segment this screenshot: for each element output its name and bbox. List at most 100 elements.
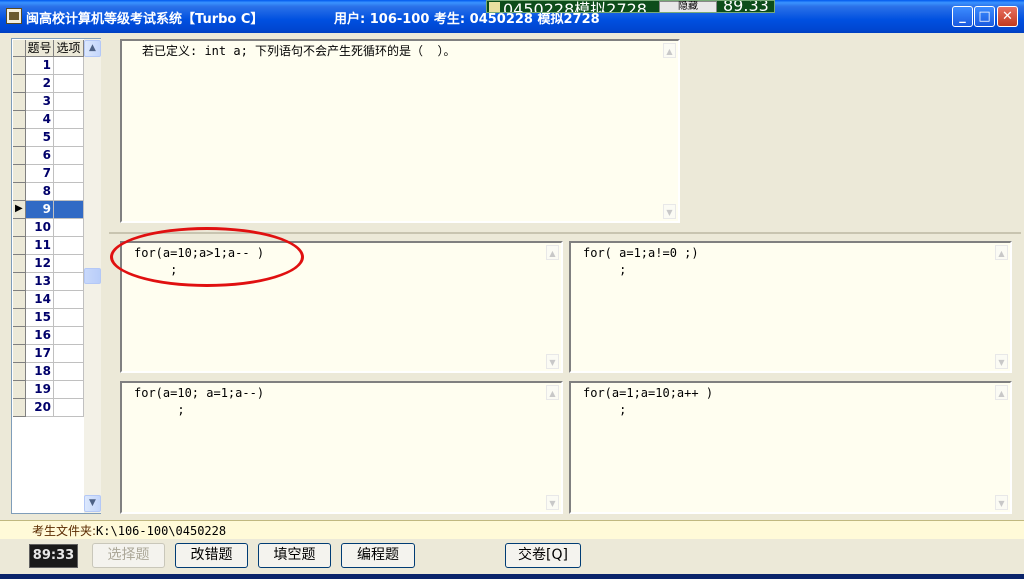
question-answer-cell[interactable] xyxy=(54,183,84,201)
row-selector[interactable] xyxy=(13,327,26,345)
row-selector[interactable] xyxy=(13,111,26,129)
question-number[interactable]: 14 xyxy=(26,291,54,309)
row-selector[interactable] xyxy=(13,147,26,165)
row-selector[interactable] xyxy=(13,75,26,93)
row-selector[interactable] xyxy=(13,165,26,183)
question-number[interactable]: 12 xyxy=(26,255,54,273)
choice-button[interactable]: 选择题 xyxy=(92,543,165,568)
question-answer-cell[interactable] xyxy=(54,201,84,219)
student-folder-label: 考生文件夹: xyxy=(32,524,97,538)
row-selector[interactable] xyxy=(13,381,26,399)
row-selector[interactable] xyxy=(13,129,26,147)
question-answer-cell[interactable] xyxy=(54,381,84,399)
scroll-up-icon[interactable]: ▲ xyxy=(546,385,559,400)
column-header-number: 题号 xyxy=(26,40,54,57)
row-selector[interactable]: ▶ xyxy=(13,201,26,219)
question-number[interactable]: 9 xyxy=(26,201,54,219)
student-folder-path: K:\106-100\0450228 xyxy=(96,524,227,538)
option-c-panel[interactable]: for(a=10; a=1;a--) ; ▲ ▼ xyxy=(120,381,563,514)
question-answer-cell[interactable] xyxy=(54,237,84,255)
row-selector[interactable] xyxy=(13,219,26,237)
scroll-down-icon[interactable]: ▼ xyxy=(546,495,559,510)
scroll-down-icon[interactable]: ▼ xyxy=(663,204,676,219)
scroll-up-icon[interactable]: ▲ xyxy=(995,245,1008,260)
question-number[interactable]: 8 xyxy=(26,183,54,201)
scroll-down-icon[interactable]: ▼ xyxy=(995,354,1008,369)
submit-button[interactable]: 交卷[Q] xyxy=(505,543,581,568)
question-number[interactable]: 15 xyxy=(26,309,54,327)
question-number[interactable]: 2 xyxy=(26,75,54,93)
question-number[interactable]: 1 xyxy=(26,57,54,75)
question-answer-cell[interactable] xyxy=(54,129,84,147)
question-answer-cell[interactable] xyxy=(54,309,84,327)
scroll-up-icon[interactable]: ▲ xyxy=(84,40,101,57)
question-answer-cell[interactable] xyxy=(54,93,84,111)
question-answer-cell[interactable] xyxy=(54,75,84,93)
scroll-up-icon[interactable]: ▲ xyxy=(995,385,1008,400)
option-d-panel[interactable]: for(a=1;a=10;a++ ) ; ▲ ▼ xyxy=(569,381,1012,514)
question-number[interactable]: 6 xyxy=(26,147,54,165)
countdown-timer: 89:33 xyxy=(29,544,78,568)
question-grid: 题号 选项 1 2 3 4 5 6 7 8 ▶ 9 10 11 12 13 14 15 16 17 18 19 20 ▲… xyxy=(11,38,101,514)
question-number[interactable]: 13 xyxy=(26,273,54,291)
scroll-down-icon[interactable]: ▼ xyxy=(84,495,101,512)
row-selector[interactable] xyxy=(13,255,26,273)
row-selector[interactable] xyxy=(13,57,26,75)
row-selector[interactable] xyxy=(13,399,26,417)
question-answer-cell[interactable] xyxy=(54,57,84,75)
programming-button[interactable]: 编程题 xyxy=(341,543,415,568)
float-timer: 89.33 xyxy=(723,0,769,13)
option-d-scrollbar[interactable]: ▲ ▼ xyxy=(993,383,1010,512)
error-fix-button[interactable]: 改错题 xyxy=(175,543,248,568)
grid-scrollbar[interactable]: ▲ ▼ xyxy=(84,39,101,513)
question-answer-cell[interactable] xyxy=(54,363,84,381)
scroll-up-icon[interactable]: ▲ xyxy=(663,43,676,58)
scroll-thumb[interactable] xyxy=(84,268,101,284)
question-panel: 若已定义: int a; 下列语句不会产生死循环的是（ ）。 ▲ ▼ xyxy=(120,39,680,223)
question-number[interactable]: 10 xyxy=(26,219,54,237)
question-answer-cell[interactable] xyxy=(54,111,84,129)
question-answer-cell[interactable] xyxy=(54,165,84,183)
question-answer-cell[interactable] xyxy=(54,327,84,345)
option-b-panel[interactable]: for( a=1;a!=0 ;) ; ▲ ▼ xyxy=(569,241,1012,373)
row-selector[interactable] xyxy=(13,237,26,255)
question-number[interactable]: 17 xyxy=(26,345,54,363)
hide-button[interactable]: 隐藏 xyxy=(659,1,717,12)
question-answer-cell[interactable] xyxy=(54,345,84,363)
question-number[interactable]: 20 xyxy=(26,399,54,417)
row-selector[interactable] xyxy=(13,183,26,201)
question-answer-cell[interactable] xyxy=(54,291,84,309)
row-selector[interactable] xyxy=(13,93,26,111)
question-answer-cell[interactable] xyxy=(54,255,84,273)
question-number[interactable]: 5 xyxy=(26,129,54,147)
window-bottom-border xyxy=(0,574,1024,579)
scroll-down-icon[interactable]: ▼ xyxy=(546,354,559,369)
close-button[interactable]: ✕ xyxy=(997,6,1018,27)
question-answer-cell[interactable] xyxy=(54,147,84,165)
row-selector[interactable] xyxy=(13,273,26,291)
scroll-up-icon[interactable]: ▲ xyxy=(546,245,559,260)
question-number[interactable]: 4 xyxy=(26,111,54,129)
row-selector[interactable] xyxy=(13,345,26,363)
minimize-button[interactable]: _ xyxy=(952,6,973,27)
row-selector[interactable] xyxy=(13,363,26,381)
maximize-button[interactable]: □ xyxy=(974,6,995,27)
question-answer-cell[interactable] xyxy=(54,399,84,417)
question-number[interactable]: 16 xyxy=(26,327,54,345)
scroll-down-icon[interactable]: ▼ xyxy=(995,495,1008,510)
fill-blank-button[interactable]: 填空题 xyxy=(258,543,331,568)
row-selector[interactable] xyxy=(13,291,26,309)
question-number[interactable]: 3 xyxy=(26,93,54,111)
main-window: 闽高校计算机等级考试系统【Turbo C】 用户: 106-100 考生: 04… xyxy=(0,0,1024,579)
row-selector[interactable] xyxy=(13,309,26,327)
question-number[interactable]: 18 xyxy=(26,363,54,381)
question-number[interactable]: 11 xyxy=(26,237,54,255)
question-number[interactable]: 19 xyxy=(26,381,54,399)
question-answer-cell[interactable] xyxy=(54,273,84,291)
option-a-scrollbar[interactable]: ▲ ▼ xyxy=(544,243,561,371)
option-c-scrollbar[interactable]: ▲ ▼ xyxy=(544,383,561,512)
question-answer-cell[interactable] xyxy=(54,219,84,237)
question-number[interactable]: 7 xyxy=(26,165,54,183)
question-scrollbar[interactable]: ▲ ▼ xyxy=(661,41,678,221)
option-b-scrollbar[interactable]: ▲ ▼ xyxy=(993,243,1010,371)
